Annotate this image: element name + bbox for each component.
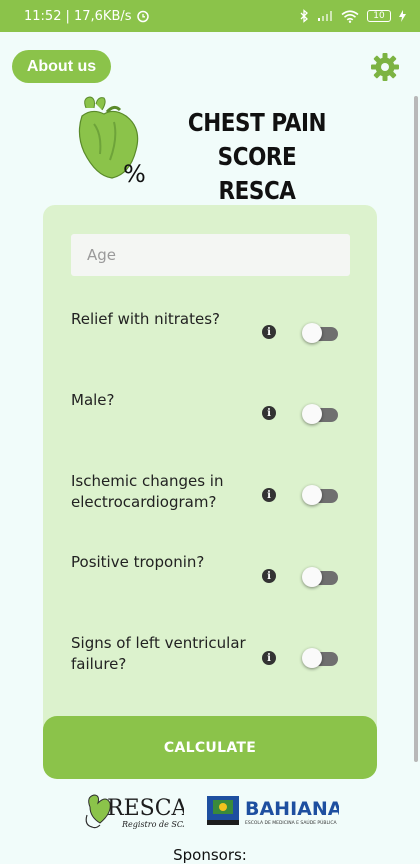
info-icon[interactable]: i [262,406,276,420]
about-us-button[interactable]: About us [12,50,111,83]
question-label-ventricular: Signs of left ventricular failure? [71,634,246,673]
question-label-ischemic: Ischemic changes in electrocardiogram? [71,472,224,511]
heart-percent-logo: % [78,96,146,184]
app-title-line1: CHEST PAIN SCORE [187,108,327,171]
question-label-troponin: Positive troponin? [71,553,205,571]
status-time: 11:52 [24,8,62,24]
resca-sponsor-logo: RESCA Registro de SCA [85,794,184,829]
alarm-icon [136,10,149,23]
toggle-thumb [302,567,322,587]
toggle-thumb [302,648,322,668]
app-title: CHEST PAIN SCORE RESCA [172,106,342,208]
battery-icon: 10 [367,10,391,22]
toggle-troponin[interactable] [302,565,338,587]
sponsors-label: Sponsors: [173,846,247,864]
toggle-nitrates[interactable] [302,321,338,343]
info-icon[interactable]: i [262,651,276,665]
wifi-icon [341,9,359,23]
svg-text:%: % [123,160,146,184]
toggle-thumb [302,323,322,343]
toggle-thumb [302,485,322,505]
question-label-nitrates: Relief with nitrates? [71,310,220,328]
toggle-ischemic[interactable] [302,483,338,505]
bahiana-logo-subtext: ESCOLA DE MEDICINA E SAÚDE PÚBLICA [245,819,337,826]
scrollbar[interactable] [414,96,418,762]
bluetooth-icon [300,9,308,23]
question-label-male: Male? [71,391,115,409]
info-icon[interactable]: i [262,325,276,339]
charging-icon [399,10,406,22]
bahiana-sponsor-logo: BAHIANA ESCOLA DE MEDICINA E SAÚDE PÚBLI… [207,796,339,826]
settings-gear-icon[interactable] [370,52,400,82]
bahiana-logo-text: BAHIANA [245,798,339,820]
toggle-ventricular[interactable] [302,646,338,668]
calculate-button[interactable]: CALCULATE [43,716,377,779]
info-icon[interactable]: i [262,569,276,583]
status-bar: 11:52 | 17,6KB/s 10 [0,0,420,32]
resca-logo-text: RESCA [107,796,184,821]
age-input[interactable] [71,234,350,276]
signal-icon [318,11,332,21]
info-icon[interactable]: i [262,488,276,502]
network-speed: | 17,6KB/s [65,8,132,24]
toggle-thumb [302,404,322,424]
toggle-male[interactable] [302,402,338,424]
resca-logo-subtext: Registro de SCA [121,820,184,829]
app-title-line2: RESCA [218,176,296,205]
